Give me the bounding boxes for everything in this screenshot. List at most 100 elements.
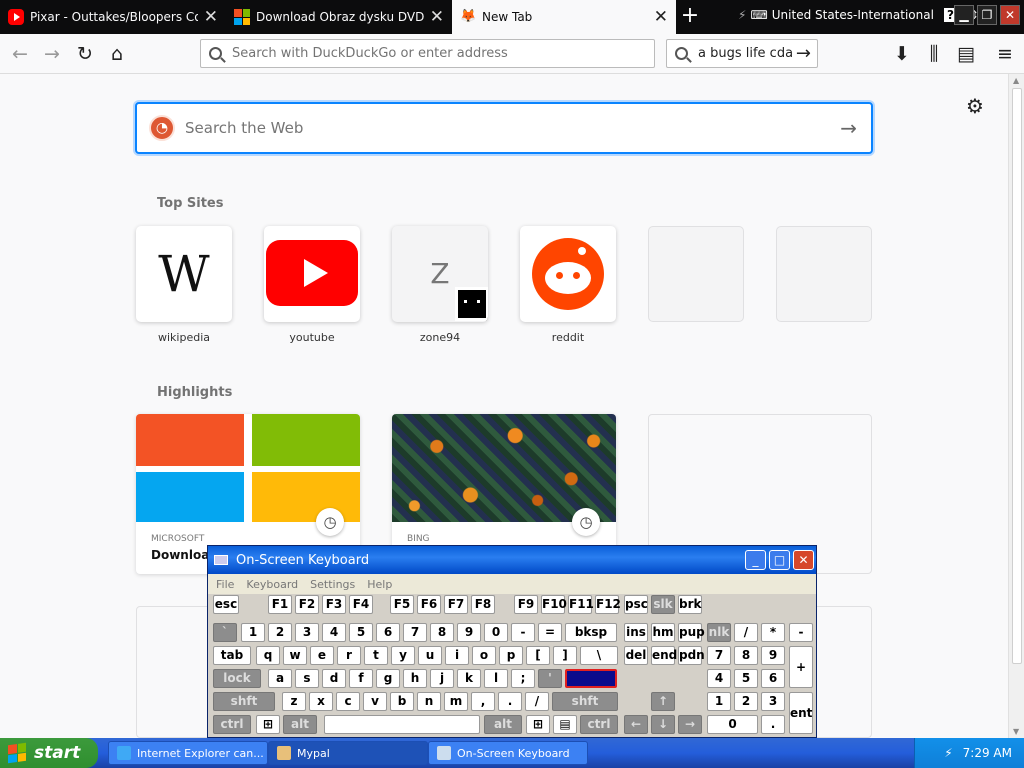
- osk-title-bar[interactable]: On-Screen Keyboard _ □ ✕: [208, 546, 816, 574]
- osk-key[interactable]: 3: [761, 692, 785, 711]
- osk-key[interactable]: ctrl: [580, 715, 618, 734]
- osk-key[interactable]: F8: [471, 595, 495, 614]
- osk-key[interactable]: F4: [349, 595, 373, 614]
- osk-minimize-button[interactable]: _: [745, 550, 766, 570]
- osk-key[interactable]: -: [511, 623, 535, 642]
- osk-key[interactable]: ←: [624, 715, 648, 734]
- top-site-reddit[interactable]: reddit: [520, 226, 616, 344]
- osk-key[interactable]: 1: [241, 623, 265, 642]
- osk-key[interactable]: 7: [707, 646, 731, 665]
- osk-key[interactable]: ⊞: [526, 715, 550, 734]
- osk-key[interactable]: bksp: [565, 623, 617, 642]
- osk-key[interactable]: x: [309, 692, 333, 711]
- osk-key[interactable]: ;: [511, 669, 535, 688]
- osk-key[interactable]: ↑: [651, 692, 675, 711]
- osk-key[interactable]: q: [256, 646, 280, 665]
- osk-key[interactable]: slk: [651, 595, 675, 614]
- osk-key[interactable]: [324, 715, 480, 734]
- menu-keyboard[interactable]: Keyboard: [246, 578, 298, 591]
- osk-key[interactable]: *: [761, 623, 785, 642]
- osk-key[interactable]: f: [349, 669, 373, 688]
- osk-key[interactable]: [: [526, 646, 550, 665]
- search-box[interactable]: a bugs life cda →: [666, 39, 818, 68]
- address-bar[interactable]: Search with DuckDuckGo or enter address: [200, 39, 655, 68]
- osk-key[interactable]: c: [336, 692, 360, 711]
- osk-key[interactable]: F12: [595, 595, 621, 614]
- go-arrow-icon[interactable]: →: [796, 43, 811, 64]
- osk-key[interactable]: 9: [457, 623, 481, 642]
- osk-key[interactable]: \: [580, 646, 618, 665]
- osk-key[interactable]: /: [525, 692, 549, 711]
- osk-key[interactable]: nlk: [707, 623, 731, 642]
- osk-key[interactable]: k: [457, 669, 481, 688]
- osk-key[interactable]: 8: [734, 646, 758, 665]
- osk-key[interactable]: F7: [444, 595, 468, 614]
- osk-key[interactable]: 0: [484, 623, 508, 642]
- sidebar-icon[interactable]: ▤: [952, 40, 980, 68]
- top-site-youtube[interactable]: youtube: [264, 226, 360, 344]
- osk-key[interactable]: g: [376, 669, 400, 688]
- network-icon[interactable]: ⚡: [944, 746, 952, 760]
- osk-key[interactable]: →: [678, 715, 702, 734]
- osk-key[interactable]: 7: [403, 623, 427, 642]
- osk-key[interactable]: pdn: [678, 646, 705, 665]
- osk-key[interactable]: tab: [213, 646, 251, 665]
- search-arrow-icon[interactable]: →: [840, 116, 857, 140]
- osk-key[interactable]: 4: [707, 669, 731, 688]
- osk-key[interactable]: ent: [789, 692, 813, 734]
- osk-key[interactable]: pup: [678, 623, 705, 642]
- osk-key[interactable]: F3: [322, 595, 346, 614]
- taskbar-item-mypal[interactable]: Mypal: [268, 741, 428, 765]
- osk-key[interactable]: 9: [761, 646, 785, 665]
- tab-download-obraz[interactable]: Download Obraz dysku DVD w form ✕: [226, 0, 452, 34]
- tab-new-tab[interactable]: 🦊 New Tab ✕: [452, 0, 676, 34]
- osk-key[interactable]: F1: [268, 595, 292, 614]
- keyboard-layout-label[interactable]: United States-International: [772, 8, 934, 22]
- osk-key[interactable]: brk: [678, 595, 702, 614]
- osk-key[interactable]: o: [472, 646, 496, 665]
- osk-key[interactable]: shft: [552, 692, 618, 711]
- osk-key[interactable]: s: [295, 669, 319, 688]
- osk-key[interactable]: 2: [734, 692, 758, 711]
- osk-key[interactable]: w: [283, 646, 307, 665]
- home-icon[interactable]: ⌂: [103, 40, 131, 68]
- osk-key[interactable]: +: [789, 646, 813, 688]
- menu-help[interactable]: Help: [367, 578, 392, 591]
- close-window-button[interactable]: ✕: [1000, 5, 1020, 25]
- scroll-down-icon[interactable]: ▼: [1013, 727, 1019, 736]
- library-icon[interactable]: ⫼: [920, 40, 948, 68]
- menu-settings[interactable]: Settings: [310, 578, 355, 591]
- osk-key[interactable]: ⊞: [256, 715, 280, 734]
- taskbar-item-internet-explorer[interactable]: Internet Explorer can...: [108, 741, 268, 765]
- osk-key[interactable]: esc: [213, 595, 239, 614]
- osk-key[interactable]: 5: [734, 669, 758, 688]
- osk-key[interactable]: end: [651, 646, 677, 665]
- osk-key[interactable]: =: [538, 623, 562, 642]
- osk-key[interactable]: 6: [376, 623, 400, 642]
- taskbar-item-on-screen-keyboard[interactable]: On-Screen Keyboard: [428, 741, 588, 765]
- osk-key[interactable]: ,: [471, 692, 495, 711]
- web-search-box[interactable]: ◔ →: [135, 102, 873, 154]
- top-site-empty[interactable]: [648, 226, 744, 322]
- osk-key[interactable]: -: [789, 623, 813, 642]
- osk-key[interactable]: ]: [553, 646, 577, 665]
- tab-pixar[interactable]: Pixar - Outtakes/Bloopers Collectic ✕: [0, 0, 226, 34]
- osk-key[interactable]: F11: [568, 595, 594, 614]
- osk-key[interactable]: r: [337, 646, 361, 665]
- osk-key[interactable]: 2: [268, 623, 292, 642]
- osk-key[interactable]: F10: [541, 595, 567, 614]
- osk-key[interactable]: i: [445, 646, 469, 665]
- osk-key[interactable]: F2: [295, 595, 319, 614]
- menu-icon[interactable]: ≡: [991, 40, 1019, 68]
- osk-key[interactable]: .: [498, 692, 522, 711]
- osk-key[interactable]: 1: [707, 692, 731, 711]
- osk-key[interactable]: u: [418, 646, 442, 665]
- osk-key[interactable]: 8: [430, 623, 454, 642]
- osk-maximize-button[interactable]: □: [769, 550, 790, 570]
- osk-key[interactable]: [565, 669, 617, 688]
- web-search-input[interactable]: [185, 119, 825, 137]
- restore-button[interactable]: ❐: [977, 5, 997, 25]
- osk-key[interactable]: 4: [322, 623, 346, 642]
- scrollbar-thumb[interactable]: [1012, 88, 1022, 664]
- osk-key[interactable]: alt: [283, 715, 317, 734]
